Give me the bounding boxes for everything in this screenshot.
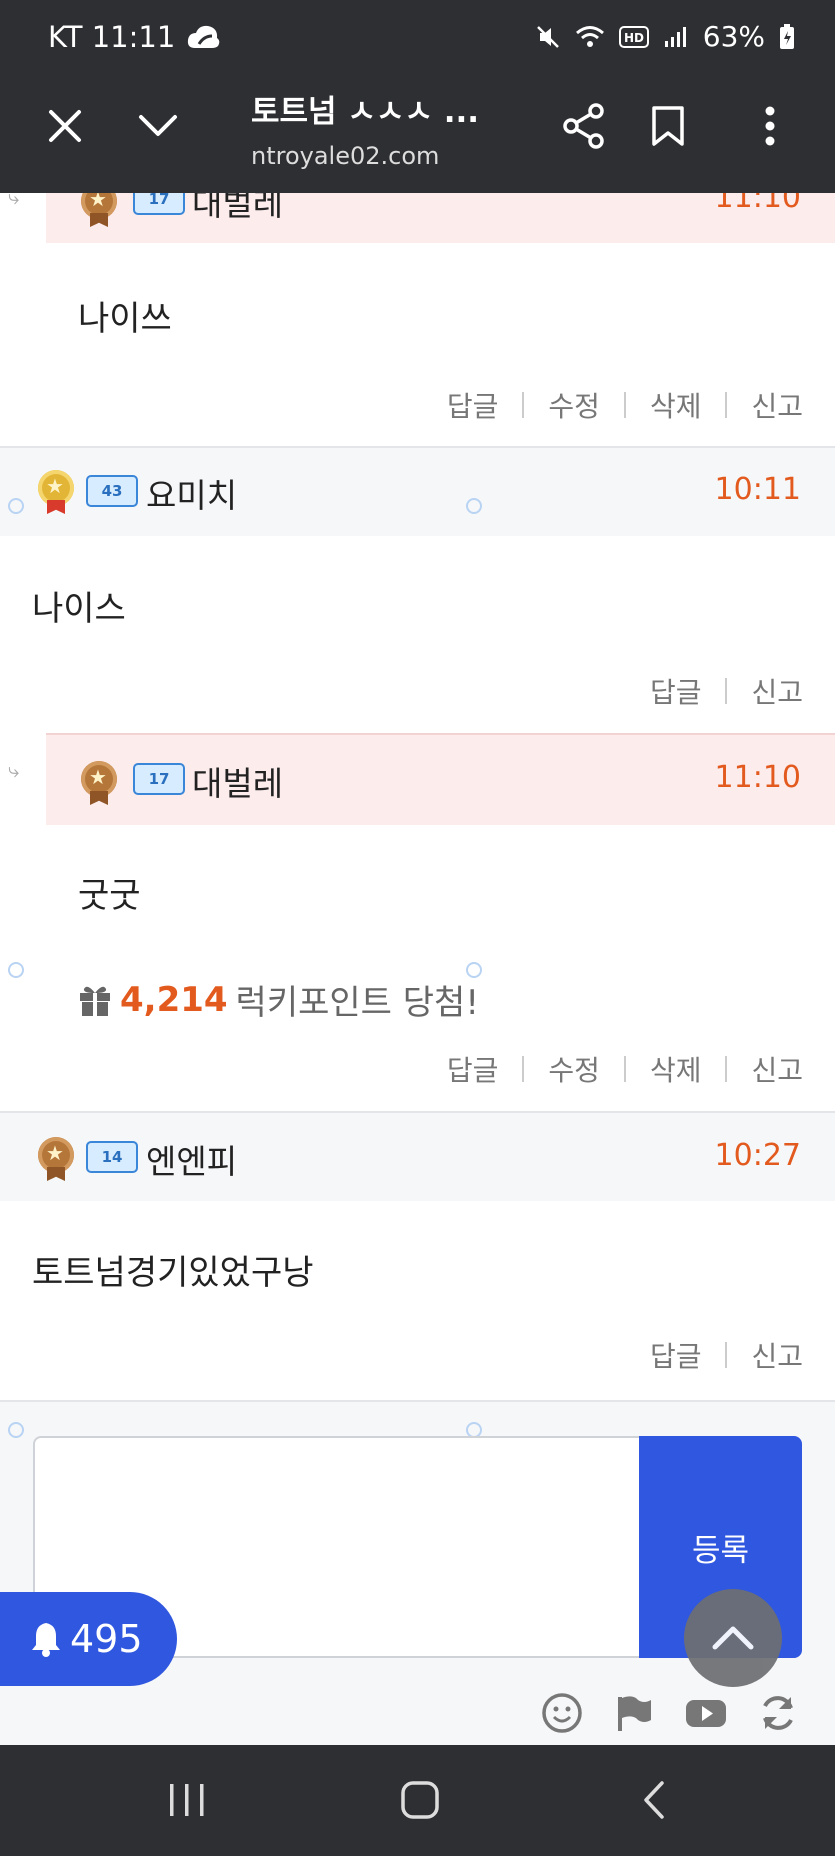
medal-icon: ★ bbox=[38, 1133, 74, 1181]
browser-top-bar: KT 11:11 HD 63% 토트넘 ㅅㅅㅅ ... ntroyale02.c… bbox=[0, 0, 835, 193]
level-badge: 43 bbox=[86, 475, 138, 507]
chevron-up-icon bbox=[712, 1626, 754, 1650]
battery-percent: 63% bbox=[702, 20, 765, 53]
more-button[interactable] bbox=[740, 96, 800, 156]
comment-text: 나이스 bbox=[32, 589, 126, 629]
comment-time: 11:10 bbox=[714, 760, 801, 795]
bookmark-icon bbox=[652, 106, 684, 146]
report-button[interactable]: 신고 bbox=[751, 1049, 803, 1089]
watermark-icon bbox=[8, 1422, 24, 1438]
comment-nickname[interactable]: 요미치 bbox=[146, 469, 237, 517]
report-button[interactable]: 신고 bbox=[751, 1335, 803, 1375]
comment-actions: 답글 수정 삭제 신고 bbox=[447, 1049, 803, 1089]
gold-medal-icon: ★ bbox=[38, 466, 74, 514]
comment-header: ★ 43 요미치 10:11 bbox=[0, 446, 835, 536]
comment-text: 굿굿 bbox=[78, 876, 141, 916]
comment-time: 10:11 bbox=[714, 472, 801, 507]
watermark-icon bbox=[8, 962, 24, 978]
hd-icon: HD bbox=[618, 25, 649, 48]
reply-button[interactable]: 답글 bbox=[650, 1335, 702, 1375]
gift-icon bbox=[80, 986, 110, 1016]
youtube-icon[interactable] bbox=[685, 1692, 727, 1734]
share-icon bbox=[563, 103, 604, 149]
mute-icon bbox=[536, 25, 559, 48]
home-button[interactable] bbox=[390, 1775, 450, 1825]
page-title[interactable]: 토트넘 ㅅㅅㅅ ... bbox=[251, 86, 479, 131]
lucky-points: 4,214 bbox=[120, 979, 228, 1020]
url-domain[interactable]: ntroyale02.com bbox=[251, 142, 439, 170]
level-badge: 14 bbox=[86, 1141, 138, 1173]
reply-header: ★ 17 대벌레 11:10 bbox=[46, 733, 835, 825]
comment-nickname[interactable]: 엔엔피 bbox=[146, 1135, 237, 1183]
level-badge: 17 bbox=[133, 763, 185, 795]
back-icon bbox=[644, 1781, 664, 1819]
watermark-icon bbox=[8, 498, 24, 514]
reply-button[interactable]: 답글 bbox=[447, 1049, 499, 1089]
edit-button[interactable]: 수정 bbox=[548, 1049, 600, 1089]
comment-actions: 답글 신고 bbox=[650, 671, 803, 711]
comment-text: 나이쓰 bbox=[78, 299, 172, 339]
chevron-down-icon bbox=[139, 115, 177, 136]
watermark-icon bbox=[466, 498, 482, 514]
carrier-time: KT 11:11 bbox=[48, 20, 176, 54]
reply-button[interactable]: 답글 bbox=[650, 671, 702, 711]
scroll-to-top-button[interactable] bbox=[684, 1589, 782, 1687]
report-button[interactable]: 신고 bbox=[751, 671, 803, 711]
cloud-icon bbox=[188, 25, 220, 48]
reply-arrow-icon: ⤷ bbox=[8, 193, 20, 209]
bookmark-button[interactable] bbox=[638, 96, 698, 156]
notification-button[interactable]: 495 bbox=[0, 1592, 177, 1686]
medal-icon: ★ bbox=[81, 193, 117, 227]
lucky-message: 럭키포인트 당첨! bbox=[235, 983, 479, 1023]
battery-icon bbox=[780, 23, 794, 49]
android-nav-bar bbox=[0, 1745, 835, 1856]
comment-form: 등록 bbox=[0, 1400, 835, 1745]
recent-apps-icon bbox=[170, 1784, 204, 1816]
recent-apps-button[interactable] bbox=[157, 1775, 217, 1825]
edit-button[interactable]: 수정 bbox=[548, 385, 600, 425]
close-icon bbox=[49, 110, 81, 142]
reply-header: ★ 17 대벌레 11:10 bbox=[46, 193, 835, 243]
home-icon bbox=[401, 1781, 439, 1819]
close-tab-button[interactable] bbox=[35, 96, 95, 156]
comment-actions: 답글 신고 bbox=[650, 1335, 803, 1375]
more-icon bbox=[765, 106, 775, 146]
refresh-icon[interactable] bbox=[757, 1692, 799, 1734]
comment-text: 토트넘경기있었구낭 bbox=[32, 1253, 314, 1293]
notification-count: 495 bbox=[70, 1617, 143, 1661]
delete-button[interactable]: 삭제 bbox=[650, 1049, 702, 1089]
emoji-icon[interactable] bbox=[541, 1692, 583, 1734]
status-bar-right: HD 63% bbox=[535, 20, 795, 53]
reply-button[interactable]: 답글 bbox=[447, 385, 499, 425]
comment-nickname[interactable]: 대벌레 bbox=[192, 193, 283, 225]
lucky-point-notice: 4,214 럭키포인트 당첨! bbox=[78, 975, 479, 1024]
delete-button[interactable]: 삭제 bbox=[650, 385, 702, 425]
comment-nickname[interactable]: 대벌레 bbox=[192, 757, 283, 805]
medal-icon: ★ bbox=[81, 757, 117, 805]
reply-arrow-icon: ⤷ bbox=[8, 758, 20, 782]
comment-time: 10:27 bbox=[714, 1138, 801, 1173]
signal-icon bbox=[664, 26, 686, 47]
svg-text:HD: HD bbox=[624, 31, 644, 45]
comment-time: 11:10 bbox=[714, 193, 801, 215]
wifi-icon bbox=[575, 25, 604, 47]
bell-icon bbox=[32, 1623, 60, 1657]
share-button[interactable] bbox=[554, 96, 614, 156]
back-button[interactable] bbox=[624, 1775, 684, 1825]
comment-header: ★ 14 엔엔피 10:27 bbox=[0, 1111, 835, 1201]
comment-actions: 답글 수정 삭제 신고 bbox=[447, 385, 803, 425]
level-badge: 17 bbox=[133, 193, 185, 215]
comment-tools bbox=[541, 1692, 799, 1734]
collapse-button[interactable] bbox=[128, 96, 188, 156]
flag-icon[interactable] bbox=[613, 1692, 655, 1734]
status-bar-left: KT 11:11 bbox=[48, 20, 221, 54]
report-button[interactable]: 신고 bbox=[751, 385, 803, 425]
